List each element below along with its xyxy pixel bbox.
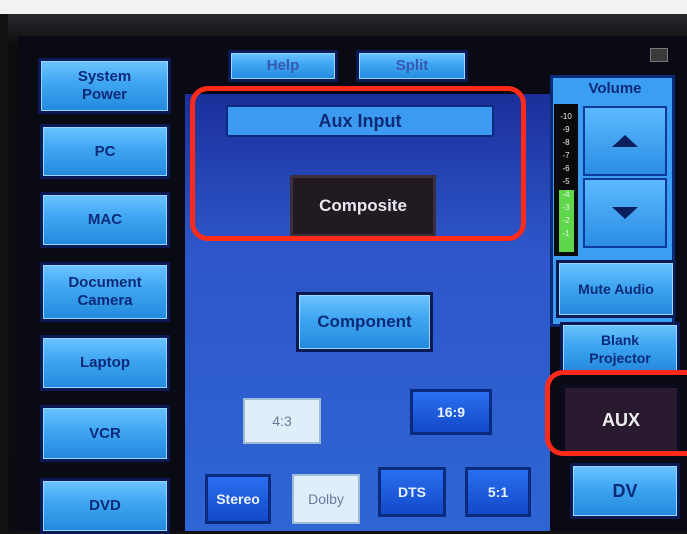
aspect-16-9-button[interactable]: 16:9 bbox=[410, 389, 492, 435]
sidebar-item-pc[interactable]: PC bbox=[40, 124, 170, 179]
volume-title: Volume bbox=[588, 80, 642, 97]
audio-dts-label: DTS bbox=[398, 484, 426, 500]
split-button[interactable]: Split bbox=[356, 50, 468, 82]
sidebar-item-laptop[interactable]: Laptop bbox=[40, 335, 170, 391]
system-power-label: System Power bbox=[77, 68, 132, 103]
dv-label: DV bbox=[612, 481, 638, 501]
sidebar-item-label: Laptop bbox=[80, 354, 130, 371]
system-power-button[interactable]: System Power bbox=[38, 58, 171, 114]
corner-icon bbox=[650, 48, 668, 62]
audio-dts-button[interactable]: DTS bbox=[378, 467, 446, 517]
sidebar-item-label: VCR bbox=[89, 424, 121, 442]
component-button[interactable]: Component bbox=[296, 292, 433, 352]
meter-tick-label: -2 bbox=[562, 216, 570, 225]
audio-dolby-label: Dolby bbox=[308, 491, 344, 507]
sidebar-item-mac[interactable]: MAC bbox=[40, 192, 170, 248]
mute-audio-label: Mute Audio bbox=[578, 281, 654, 297]
volume-down-button[interactable] bbox=[583, 178, 667, 248]
help-button[interactable]: Help bbox=[228, 50, 338, 82]
sidebar-item-document-camera[interactable]: Document Camera bbox=[40, 262, 170, 322]
sidebar-item-label: PC bbox=[94, 142, 116, 160]
meter-tick-label: -4 bbox=[562, 190, 570, 199]
dv-button[interactable]: DV bbox=[570, 463, 680, 519]
highlight-box-aux-button bbox=[545, 370, 687, 456]
split-label: Split bbox=[395, 57, 429, 74]
meter-tick-label: -1 bbox=[562, 229, 570, 238]
top-strip bbox=[0, 0, 687, 14]
meter-tick-label: -8 bbox=[562, 138, 570, 147]
triangle-up-icon bbox=[612, 135, 638, 147]
component-label: Component bbox=[317, 312, 412, 331]
volume-up-button[interactable] bbox=[583, 106, 667, 176]
meter-tick-label: -10 bbox=[560, 112, 572, 121]
triangle-down-icon bbox=[612, 207, 638, 219]
audio-5-1-button[interactable]: 5:1 bbox=[465, 467, 531, 517]
meter-tick-label: -6 bbox=[562, 164, 570, 173]
highlight-box-aux-input bbox=[190, 86, 526, 241]
audio-stereo-button[interactable]: Stereo bbox=[205, 474, 271, 524]
meter-tick-label: -5 bbox=[562, 177, 570, 186]
blank-projector-button[interactable]: Blank Projector bbox=[560, 322, 680, 374]
sidebar-item-dvd[interactable]: DVD bbox=[40, 478, 170, 534]
aspect-4-3-label: 4:3 bbox=[272, 413, 292, 429]
audio-dolby-button[interactable]: Dolby bbox=[292, 474, 360, 524]
sidebar-item-vcr[interactable]: VCR bbox=[40, 405, 170, 462]
aspect-4-3-button[interactable]: 4:3 bbox=[243, 398, 321, 444]
meter-tick-label: -9 bbox=[562, 125, 570, 134]
mute-audio-button[interactable]: Mute Audio bbox=[556, 260, 676, 318]
blank-projector-label: Blank Projector bbox=[589, 332, 651, 366]
audio-5-1-label: 5:1 bbox=[487, 484, 509, 500]
help-label: Help bbox=[266, 57, 300, 74]
sidebar-item-label: MAC bbox=[87, 211, 123, 228]
meter-tick-label: -7 bbox=[562, 151, 570, 160]
sidebar-item-label: Document Camera bbox=[68, 274, 142, 309]
meter-tick-label: -3 bbox=[562, 203, 570, 212]
volume-meter-scale: -10 -9 -8 -7 -6 -5 -4 -3 -2 -1 bbox=[556, 110, 576, 250]
aspect-16-9-label: 16:9 bbox=[436, 404, 466, 420]
audio-stereo-label: Stereo bbox=[216, 491, 260, 507]
sidebar-item-label: DVD bbox=[89, 497, 121, 514]
